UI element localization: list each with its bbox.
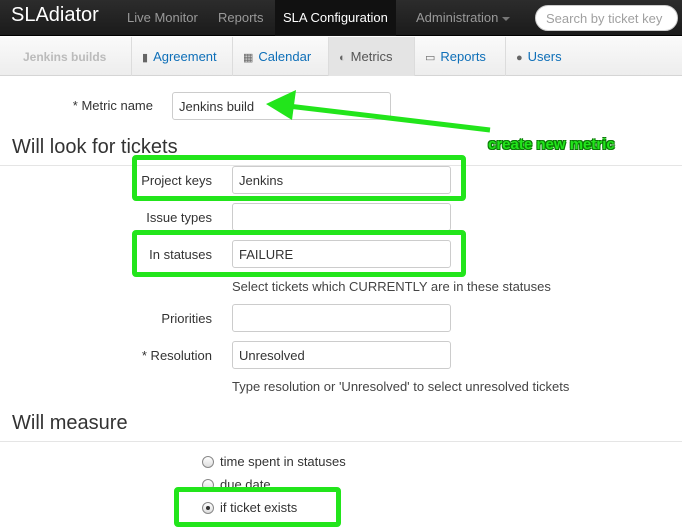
- radio-button[interactable]: [202, 456, 214, 468]
- annotation-arrow-icon: [266, 90, 491, 133]
- highlight-ticket-exists: [174, 487, 341, 527]
- nav-administration-label: Administration: [416, 10, 499, 25]
- top-navbar: SLAdiator Live Monitor Reports SLA Confi…: [0, 0, 682, 36]
- priorities-input[interactable]: [232, 304, 451, 332]
- user-icon: ●: [516, 52, 523, 64]
- folder-icon: ▭: [425, 52, 436, 64]
- metric-name-label: * Metric name: [72, 98, 153, 113]
- issue-types-label: Issue types: [146, 210, 212, 225]
- tab-calendar-label: Calendar: [258, 49, 312, 64]
- tab-metrics-label: Metrics: [350, 49, 393, 64]
- issue-types-input[interactable]: [232, 203, 451, 231]
- tab-reports-label: Reports: [440, 49, 486, 64]
- measure-option-time-spent[interactable]: time spent in statuses: [202, 454, 346, 469]
- calendar-icon: ▦: [243, 52, 254, 64]
- tab-users-label: Users: [527, 49, 562, 64]
- section-heading-will-measure: Will measure: [12, 412, 128, 434]
- priorities-label: Priorities: [161, 311, 212, 326]
- measure-option-label: time spent in statuses: [220, 454, 346, 469]
- chevron-down-icon: [502, 16, 511, 21]
- tab-reports[interactable]: ▭ Reports: [414, 37, 506, 76]
- statuses-help-text: Select tickets which CURRENTLY are in th…: [232, 279, 551, 294]
- resolution-input[interactable]: [232, 341, 451, 369]
- tab-agreement-label: Agreement: [153, 49, 217, 64]
- nav-reports[interactable]: Reports: [210, 0, 272, 36]
- app-brand[interactable]: SLAdiator: [11, 4, 99, 27]
- tab-metrics[interactable]: ◐ Metrics: [328, 37, 415, 76]
- half-circle-icon: ◐: [339, 52, 346, 64]
- annotation-text: create new metric: [488, 136, 615, 153]
- nav-live-monitor[interactable]: Live Monitor: [119, 0, 206, 36]
- nav-administration[interactable]: Administration: [408, 0, 518, 36]
- nav-sla-configuration[interactable]: SLA Configuration: [275, 0, 396, 36]
- resolution-label: * Resolution: [141, 348, 212, 363]
- tab-agreement[interactable]: ▮ Agreement: [131, 37, 233, 76]
- tab-calendar[interactable]: ▦ Calendar: [232, 37, 329, 76]
- document-icon: ▮: [142, 52, 149, 64]
- highlight-statuses: [132, 230, 466, 277]
- sub-navbar: Jenkins builds ▮ Agreement ▦ Calendar ◐ Met…: [0, 37, 682, 76]
- search-input[interactable]: [535, 5, 678, 31]
- highlight-project-keys: [132, 155, 466, 201]
- project-title: Jenkins builds: [23, 50, 107, 64]
- resolution-help-text: Type resolution or 'Unresolved' to selec…: [232, 379, 570, 394]
- section-divider: [0, 441, 682, 442]
- tab-users[interactable]: ● Users: [505, 37, 682, 76]
